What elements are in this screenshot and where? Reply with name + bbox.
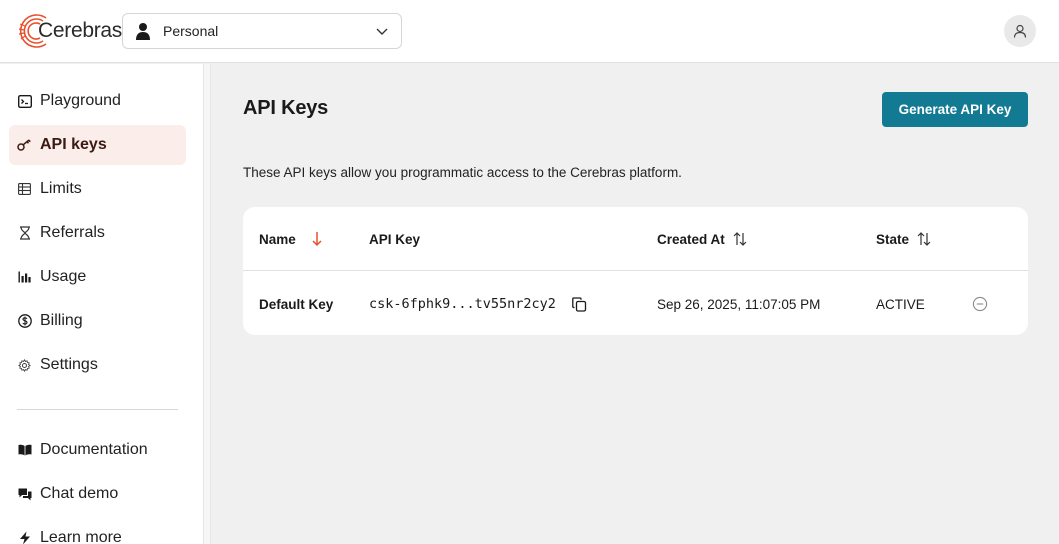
- sort-icon: [917, 232, 931, 246]
- dollar-icon: [17, 314, 32, 329]
- sidebar-item-billing[interactable]: Billing: [9, 301, 186, 341]
- header-divider: [243, 270, 1028, 271]
- created-at-value: Sep 26, 2025, 11:07:05 PM: [657, 296, 821, 312]
- sidebar-item-label: Usage: [40, 268, 87, 285]
- key-name: Default Key: [259, 296, 334, 312]
- organization-select[interactable]: Personal: [122, 13, 402, 49]
- page-description: These API keys allow you programmatic ac…: [243, 165, 682, 180]
- column-header-state[interactable]: State: [876, 229, 931, 249]
- sidebar-item-usage[interactable]: Usage: [9, 257, 186, 297]
- api-key-cell: csk-6fphk9...tv55nr2cy2: [369, 294, 587, 314]
- column-header-label: Name: [259, 231, 296, 247]
- sidebar-item-label: Documentation: [40, 441, 148, 458]
- book-icon: [17, 443, 32, 458]
- sidebar-item-label: Chat demo: [40, 485, 119, 502]
- sidebar-item-label: Settings: [40, 356, 98, 373]
- sidebar-item-api-keys[interactable]: API keys: [9, 125, 186, 165]
- sidebar-item-settings[interactable]: Settings: [9, 345, 186, 385]
- bar-chart-icon: [17, 270, 32, 285]
- sidebar-item-documentation[interactable]: Documentation: [9, 430, 186, 470]
- chevron-down-icon: [375, 24, 389, 38]
- sidebar-item-label: API keys: [40, 136, 107, 153]
- column-header-label: API Key: [369, 231, 421, 247]
- sidebar-item-label: Referrals: [40, 224, 105, 241]
- top-header: Cerebras Personal: [0, 0, 1059, 63]
- hourglass-icon: [17, 226, 32, 241]
- chat-icon: [17, 487, 32, 502]
- sidebar-item-label: Billing: [40, 312, 83, 329]
- sidebar-item-learn-more[interactable]: Learn more: [9, 518, 186, 544]
- api-keys-table: Name API Key Created At State Default Ke…: [243, 207, 1028, 335]
- brand-name: Cerebras: [38, 19, 122, 42]
- sort-icon: [733, 232, 747, 246]
- column-header-api-key: API Key: [369, 229, 420, 249]
- copy-icon[interactable]: [572, 296, 587, 312]
- key-icon: [17, 138, 32, 153]
- sidebar-divider: [17, 409, 178, 410]
- sidebar-item-label: Playground: [40, 92, 121, 109]
- sidebar-item-label: Limits: [40, 180, 82, 197]
- person-icon: [135, 22, 153, 40]
- bolt-icon: [17, 531, 32, 544]
- column-header-label: State: [876, 231, 910, 247]
- table-icon: [17, 182, 32, 197]
- playground-icon: [17, 94, 32, 109]
- sort-descending-icon: [312, 231, 322, 247]
- cerebras-logo[interactable]: Cerebras: [16, 12, 122, 50]
- user-avatar-button[interactable]: [1004, 15, 1036, 47]
- gear-icon: [17, 358, 32, 373]
- sidebar-scrollbar[interactable]: [203, 64, 211, 544]
- user-icon: [1013, 24, 1027, 38]
- generate-api-key-button[interactable]: Generate API Key: [882, 92, 1028, 127]
- column-header-label: Created At: [657, 231, 725, 247]
- sidebar-item-limits[interactable]: Limits: [9, 169, 186, 209]
- sidebar-item-referrals[interactable]: Referrals: [9, 213, 186, 253]
- api-key-value: csk-6fphk9...tv55nr2cy2: [369, 296, 556, 312]
- sidebar-item-playground[interactable]: Playground: [9, 81, 186, 121]
- organization-select-value: Personal: [163, 23, 219, 39]
- sidebar-item-chat-demo[interactable]: Chat demo: [9, 474, 186, 514]
- sidebar-item-label: Learn more: [40, 529, 122, 544]
- column-header-created-at[interactable]: Created At: [657, 229, 747, 249]
- column-header-name[interactable]: Name: [259, 229, 322, 249]
- page-title: API Keys: [243, 97, 329, 119]
- remove-circle-icon[interactable]: [972, 294, 988, 314]
- state-value: ACTIVE: [876, 296, 925, 312]
